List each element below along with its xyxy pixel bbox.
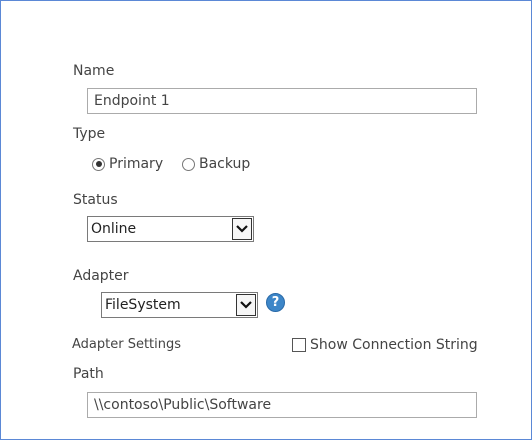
type-primary-label: Primary <box>109 156 164 172</box>
show-connection-string-checkbox[interactable]: Show Connection String <box>292 337 478 353</box>
chevron-down-icon[interactable] <box>236 294 256 316</box>
radio-unselected-icon <box>182 157 195 171</box>
path-input[interactable]: \\contoso\Public\Software <box>87 392 477 418</box>
type-primary-radio[interactable]: Primary <box>92 156 163 172</box>
adapter-select[interactable]: FileSystem <box>101 292 258 318</box>
type-backup-radio[interactable]: Backup <box>182 156 250 172</box>
name-input[interactable]: Endpoint 1 <box>87 88 477 114</box>
chevron-down-icon[interactable] <box>232 218 252 240</box>
status-select[interactable]: Online <box>87 216 254 242</box>
help-icon[interactable]: ? <box>266 293 285 312</box>
type-backup-label: Backup <box>199 156 251 172</box>
type-label: Type <box>73 126 106 142</box>
adapter-select-value: FileSystem <box>105 297 181 313</box>
status-label: Status <box>73 192 118 208</box>
checkbox-unchecked-icon <box>292 338 306 352</box>
path-label: Path <box>73 366 104 382</box>
adapter-settings-label: Adapter Settings <box>72 337 182 352</box>
name-label: Name <box>73 63 115 79</box>
adapter-label: Adapter <box>73 268 129 284</box>
radio-selected-icon <box>92 157 105 171</box>
status-select-value: Online <box>91 221 137 237</box>
show-connection-string-label: Show Connection String <box>310 337 478 353</box>
